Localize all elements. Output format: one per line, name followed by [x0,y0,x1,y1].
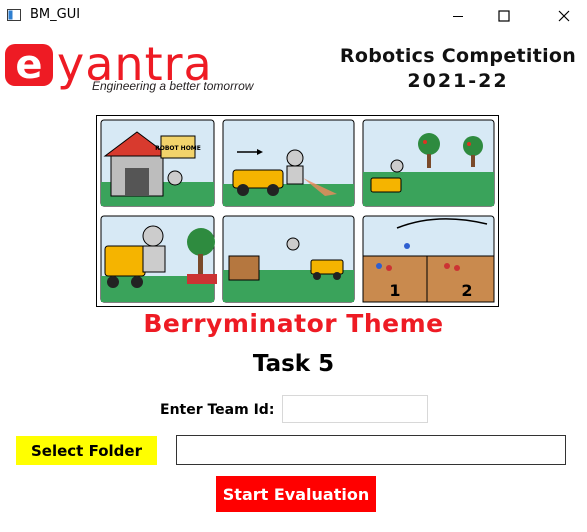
logo-tagline: Engineering a better tomorrow [92,79,254,93]
app-window-icon [7,9,21,21]
start-evaluation-button[interactable]: Start Evaluation [216,476,376,512]
close-icon [558,10,570,22]
folder-path-input[interactable] [176,435,566,465]
select-folder-button[interactable]: Select Folder [16,436,157,465]
task-title: Task 5 [252,351,335,377]
theme-comic-image: ROBOT HOME 1 2 [96,115,499,307]
close-button[interactable] [541,0,587,32]
robot-home-sign: ROBOT HOME [155,145,201,152]
competition-year: 2021-22 [407,70,509,92]
box-label-1: 1 [389,281,400,300]
maximize-button[interactable] [481,0,527,32]
team-id-input[interactable] [282,395,428,423]
svg-text:e: e [15,42,42,88]
competition-name: Robotics Competition [339,45,577,67]
minimize-icon [453,16,463,17]
maximize-icon [498,10,510,22]
comic-panel-6: 1 2 [362,215,495,303]
comic-panel-1: ROBOT HOME [100,119,215,207]
comic-panel-5 [222,215,355,303]
team-id-label: Enter Team Id: [160,402,275,418]
box-label-2: 2 [461,281,472,300]
window-title: BM_GUI [30,7,81,22]
comic-panel-3 [362,119,495,207]
competition-title: Robotics Competition 2021-22 [330,44,586,94]
comic-panel-4 [100,215,217,303]
window-titlebar: BM_GUI [0,0,587,32]
theme-title: Berryminator Theme [143,309,444,338]
comic-panel-2 [222,119,355,207]
minimize-button[interactable] [435,0,481,32]
